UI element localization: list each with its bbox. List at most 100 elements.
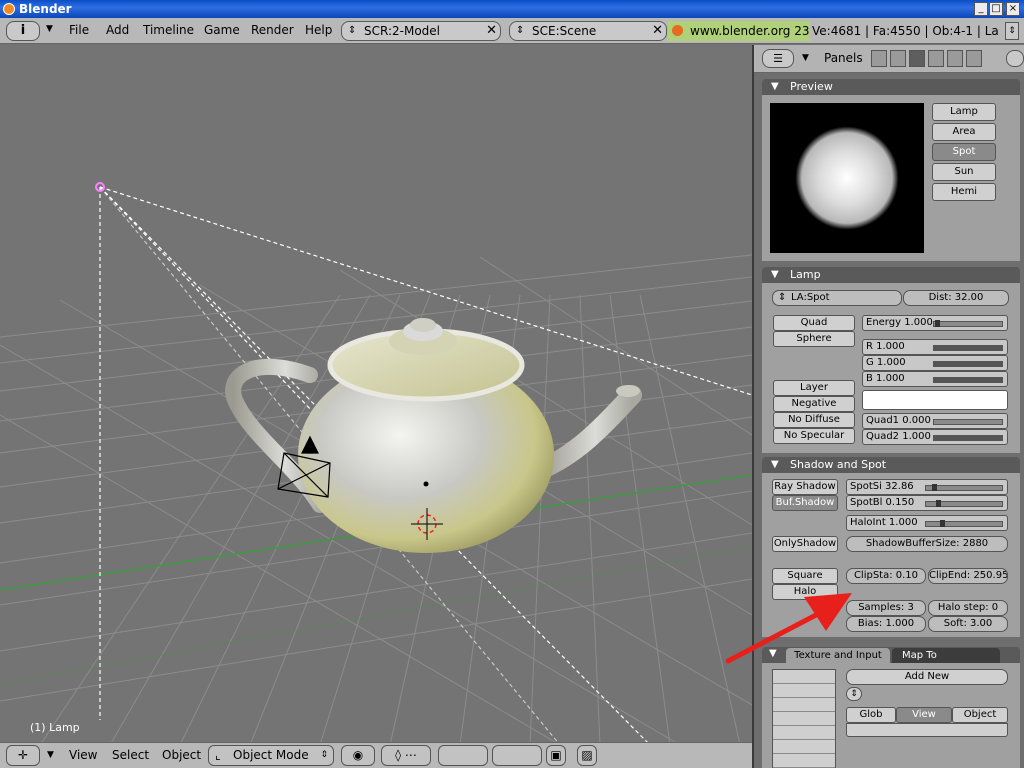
square-toggle[interactable]: Square — [772, 568, 838, 584]
shading-context-icon[interactable] — [1006, 50, 1024, 67]
draw-type-button[interactable]: ◉ — [341, 745, 375, 766]
lamp-panel-title[interactable]: ▼ Lamp — [762, 267, 1020, 283]
lamp-datablock-field[interactable]: ⇕ LA:Spot — [772, 290, 902, 306]
layers-first-block[interactable] — [438, 745, 488, 766]
view-coord-button[interactable]: View — [896, 707, 952, 723]
clip-start-field[interactable]: ClipSta: 0.10 — [846, 568, 926, 584]
halo-intensity-slider[interactable]: HaloInt 1.000 — [846, 515, 1008, 531]
object-coord-button[interactable]: Object — [952, 707, 1008, 723]
shadow-spot-panel-title[interactable]: ▼ Shadow and Spot — [762, 457, 1020, 473]
url-text: www.blender.org 236 — [690, 24, 810, 38]
green-slider[interactable]: G 1.000 — [862, 355, 1008, 371]
screen-selector[interactable]: ⇕ SCR:2-Model ✕ — [341, 21, 501, 41]
close-button[interactable]: × — [1006, 2, 1020, 16]
window-title: Blender — [19, 2, 72, 16]
panels-label: Panels — [824, 51, 863, 65]
object-name-field[interactable] — [846, 723, 1008, 737]
viewport-editor-type-button[interactable]: ✛ — [6, 745, 40, 766]
lamp-type-sun-button[interactable]: Sun — [932, 163, 996, 181]
menu-file[interactable]: File — [69, 23, 89, 37]
quad2-slider[interactable]: Quad2 1.000 — [862, 429, 1008, 445]
menu-object[interactable]: Object — [162, 748, 201, 762]
active-object-label: (1) Lamp — [30, 721, 80, 734]
map-to-tab[interactable]: Map To — [892, 648, 1000, 663]
ray-shadow-toggle[interactable]: Ray Shadow — [772, 479, 838, 495]
lock-layers-button[interactable]: ▣ — [546, 745, 566, 766]
sphere-toggle[interactable]: Sphere — [773, 331, 855, 347]
pivot-button[interactable]: ◊ ⋯ — [381, 745, 431, 766]
buttons-editor-type-button[interactable]: ☰ — [762, 49, 794, 68]
negative-toggle[interactable]: Negative — [773, 396, 855, 412]
bias-field[interactable]: Bias: 1.000 — [846, 616, 926, 632]
lamp-type-lamp-button[interactable]: Lamp — [932, 103, 996, 121]
only-shadow-toggle[interactable]: OnlyShadow — [772, 536, 838, 552]
mode-selector[interactable]: ⌞ Object Mode ⇕ — [208, 745, 334, 766]
preview-panel-body: Lamp Area Spot Sun Hemi — [762, 95, 1020, 261]
quad1-slider[interactable]: Quad1 0.000 — [862, 413, 1008, 429]
menu-select[interactable]: Select — [112, 748, 149, 762]
red-annotation-arrow-icon — [725, 593, 852, 664]
shadow-buffer-size-field[interactable]: ShadowBufferSize: 2880 — [846, 536, 1008, 552]
collapse-menus-icon[interactable]: ▼ — [47, 750, 54, 760]
buf-shadow-toggle[interactable]: Buf.Shadow — [772, 495, 838, 511]
lamp-type-spot-button[interactable]: Spot — [932, 143, 996, 161]
scene-tab-icon[interactable] — [966, 50, 982, 67]
spot-size-slider[interactable]: SpotSi 32.86 — [846, 479, 1008, 495]
object-origin-dot — [423, 481, 429, 487]
soft-field[interactable]: Soft: 3.00 — [928, 616, 1008, 632]
browse-texture-button[interactable]: ⇕ — [846, 687, 862, 701]
halo-step-field[interactable]: Halo step: 0 — [928, 600, 1008, 616]
3d-viewport[interactable]: (1) Lamp — [0, 45, 752, 745]
scene-selector[interactable]: ⇕ SCE:Scene ✕ — [509, 21, 667, 41]
minimize-button[interactable]: _ — [974, 2, 988, 16]
spot-blend-slider[interactable]: SpotBl 0.150 — [846, 495, 1008, 511]
viewport-scene — [0, 182, 752, 745]
solid-shading-icon: ◉ — [352, 748, 364, 762]
lamp-type-area-button[interactable]: Area — [932, 123, 996, 141]
clip-end-field[interactable]: ClipEnd: 250.95 — [928, 568, 1008, 584]
collapse-menus-icon[interactable]: ▼ — [46, 24, 53, 34]
layers-second-block[interactable] — [492, 745, 542, 766]
editor-type-button[interactable]: i — [6, 21, 40, 41]
script-tab-icon[interactable] — [890, 50, 906, 67]
menu-view[interactable]: View — [69, 748, 97, 762]
lamp-panel-body: ⇕ LA:Spot Dist: 32.00 Quad Sphere Energy… — [762, 283, 1020, 453]
render-preview-button[interactable]: ▨ — [577, 745, 597, 766]
delete-scene-icon[interactable]: ✕ — [652, 24, 663, 38]
menu-help[interactable]: Help — [305, 23, 332, 37]
no-diffuse-toggle[interactable]: No Diffuse — [773, 412, 855, 428]
header-scroll-icon[interactable]: ⇕ — [1005, 22, 1019, 40]
maximize-button[interactable]: □ — [989, 2, 1003, 16]
dist-field[interactable]: Dist: 32.00 — [903, 290, 1009, 306]
window-titlebar: Blender _ □ × — [0, 0, 1024, 18]
editing-tab-icon[interactable] — [947, 50, 963, 67]
shading-tab-icon[interactable] — [909, 50, 925, 67]
energy-slider[interactable]: Energy 1.000 — [862, 315, 1008, 331]
menu-timeline[interactable]: Timeline — [143, 23, 194, 37]
blender-url-link[interactable]: www.blender.org 236 — [668, 21, 810, 41]
logic-tab-icon[interactable] — [871, 50, 887, 67]
texture-channel-list[interactable] — [772, 669, 836, 768]
collapse-icon[interactable]: ▼ — [802, 53, 809, 63]
layer-toggle[interactable]: Layer — [773, 380, 855, 396]
red-slider[interactable]: R 1.000 — [862, 339, 1008, 355]
quad-toggle[interactable]: Quad — [773, 315, 855, 331]
preview-panel-title[interactable]: ▼ Preview — [762, 79, 1020, 95]
texture-panel-body: Add New ⇕ Glob View Object — [762, 663, 1020, 768]
slider-knob — [935, 320, 940, 327]
delete-screen-icon[interactable]: ✕ — [486, 24, 497, 38]
add-new-texture-button[interactable]: Add New — [846, 669, 1008, 685]
glob-coord-button[interactable]: Glob — [846, 707, 896, 723]
lamp-type-hemi-button[interactable]: Hemi — [932, 183, 996, 201]
object-tab-icon[interactable] — [928, 50, 944, 67]
viewport-header: ✛ ▼ View Select Object ⌞ Object Mode ⇕ ◉… — [0, 742, 752, 768]
menu-add[interactable]: Add — [106, 23, 129, 37]
menu-render[interactable]: Render — [251, 23, 294, 37]
blender-logo-icon — [3, 3, 15, 15]
updown-icon: ⇕ — [516, 25, 525, 36]
samples-field[interactable]: Samples: 3 — [846, 600, 926, 616]
blue-slider[interactable]: B 1.000 — [862, 371, 1008, 387]
menu-game[interactable]: Game — [204, 23, 240, 37]
lamp-color-swatch[interactable] — [862, 390, 1008, 410]
no-specular-toggle[interactable]: No Specular — [773, 428, 855, 444]
